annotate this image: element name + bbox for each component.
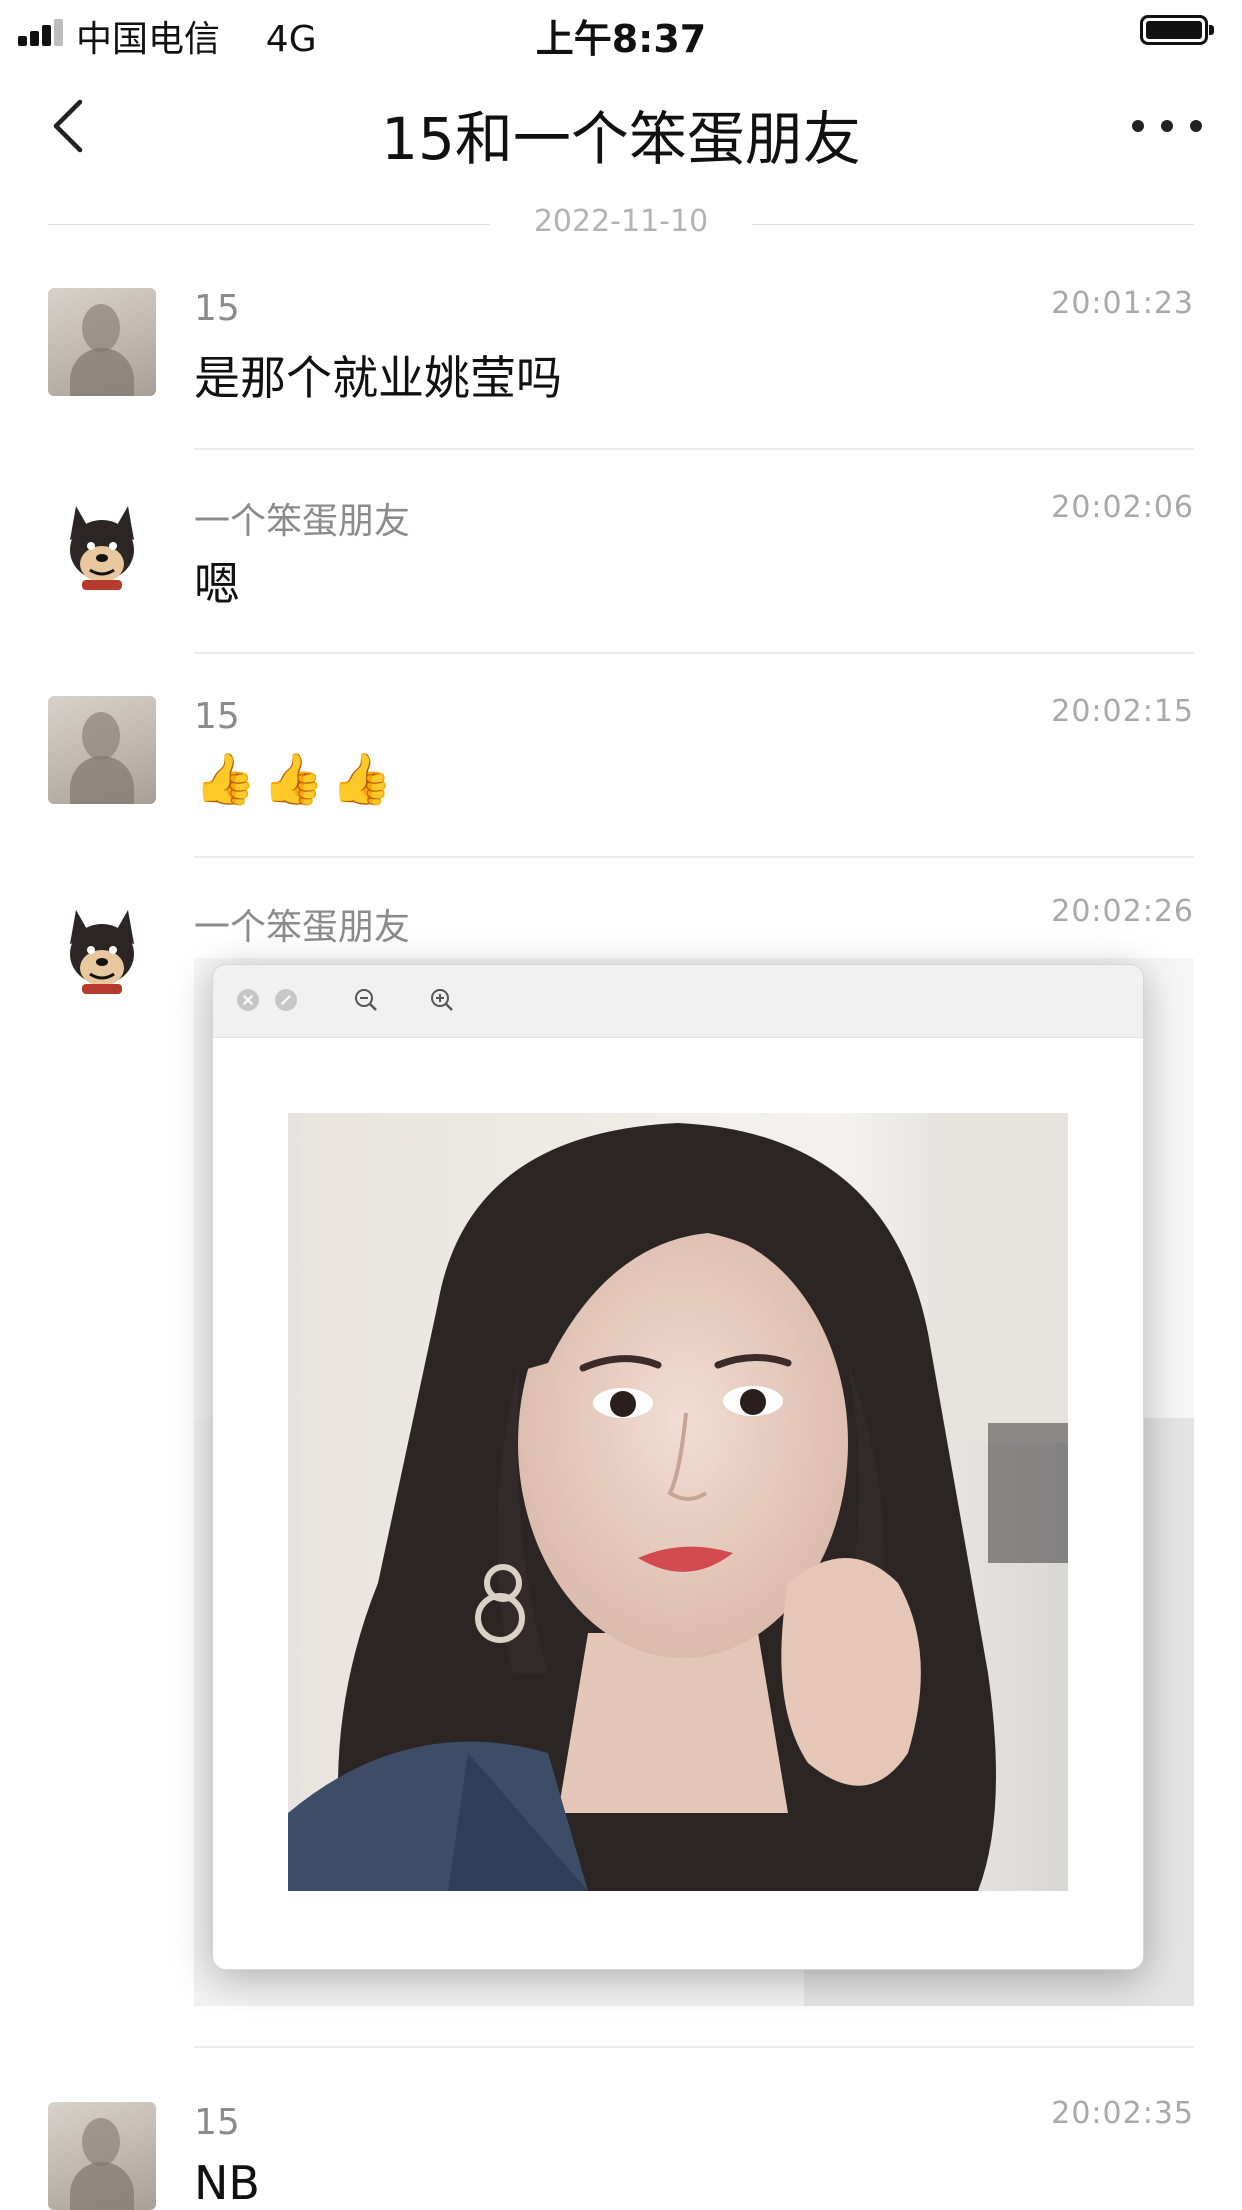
thumbs-up-icon: 👍 <box>262 750 325 808</box>
sender-name: 15 <box>194 288 240 329</box>
person-avatar[interactable] <box>48 2102 156 2210</box>
message-time: 20:02:15 <box>1051 694 1194 729</box>
status-bar: 中国电信 4G 上午8:37 <box>0 0 1242 64</box>
message-time: 20:01:23 <box>1051 286 1194 321</box>
sender-name: 一个笨蛋朋友 <box>194 907 411 948</box>
message-text: NB <box>194 2156 260 2210</box>
person-avatar[interactable] <box>48 288 156 396</box>
sender-name: 15 <box>194 2102 240 2143</box>
status-time: 上午8:37 <box>535 17 707 61</box>
viewer-toolbar <box>213 965 1143 1038</box>
message-text: 是那个就业姚莹吗 <box>194 351 562 405</box>
chat-title: 15和一个笨蛋朋友 <box>381 105 861 173</box>
image-viewer-window <box>212 964 1144 1970</box>
message-divider <box>194 448 1194 450</box>
sender-name: 15 <box>194 696 240 737</box>
message-time: 20:02:26 <box>1051 894 1194 929</box>
zoom-out-icon[interactable] <box>353 987 379 1013</box>
message-text: 嗯 <box>194 557 240 611</box>
message-divider <box>194 652 1194 654</box>
thumbs-up-icon: 👍 <box>194 750 257 808</box>
person-avatar[interactable] <box>48 696 156 804</box>
minimize-icon[interactable] <box>275 989 297 1011</box>
close-icon[interactable] <box>237 989 259 1011</box>
message-divider <box>194 2046 1194 2048</box>
thumbs-up-icon: 👍 <box>330 750 393 808</box>
zoom-in-icon[interactable] <box>429 987 455 1013</box>
message-divider <box>194 856 1194 858</box>
message-time: 20:02:35 <box>1051 2096 1194 2131</box>
portrait-photo[interactable] <box>288 1113 1068 1891</box>
dog-avatar[interactable] <box>48 494 156 602</box>
emoji-row: 👍 👍 👍 <box>194 754 393 804</box>
date-separator: 2022-11-10 <box>48 204 1194 244</box>
dog-avatar[interactable] <box>48 898 156 1006</box>
battery-icon <box>1140 15 1214 45</box>
nav-bar: 15和一个笨蛋朋友 <box>0 64 1242 190</box>
message-time: 20:02:06 <box>1051 490 1194 525</box>
more-icon[interactable] <box>1132 114 1202 138</box>
sender-name: 一个笨蛋朋友 <box>194 501 411 542</box>
date-label: 2022-11-10 <box>533 204 709 239</box>
